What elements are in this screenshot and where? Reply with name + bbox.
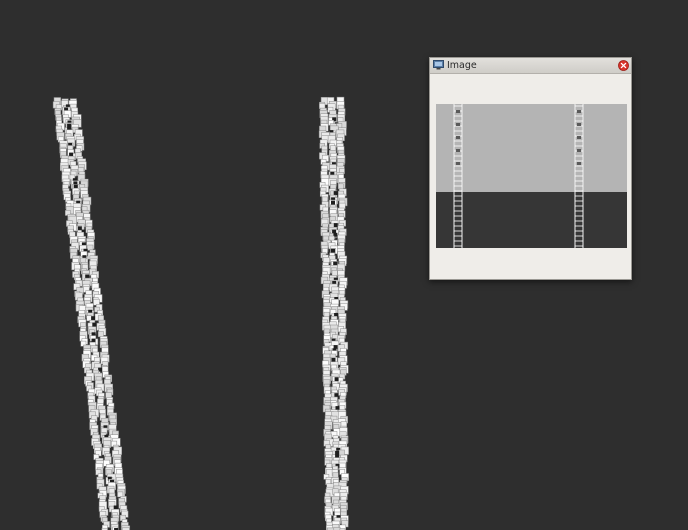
chain-gap — [331, 357, 336, 362]
window-titlebar[interactable]: Image — [430, 58, 631, 74]
chain-gap — [92, 322, 97, 327]
chain-block — [337, 183, 344, 190]
chain-structure-left[interactable] — [52, 97, 131, 530]
chain-gap — [334, 377, 339, 382]
chain-gap — [91, 316, 96, 321]
preview-lower-region — [436, 192, 627, 248]
preview-upper-region — [436, 104, 627, 192]
window-title: Image — [447, 60, 477, 71]
chain-block — [332, 472, 339, 479]
chain-gap — [333, 223, 338, 228]
image-preview-canvas — [436, 104, 627, 248]
chain-structure-right[interactable] — [318, 96, 349, 530]
chain-gap — [331, 200, 335, 205]
image-window[interactable]: Image — [429, 57, 632, 280]
chain-gap — [333, 191, 338, 196]
close-icon[interactable] — [618, 60, 629, 71]
chain-block — [97, 331, 104, 338]
chain-gap — [331, 248, 335, 253]
chain-gap — [334, 393, 339, 398]
chain-gap — [77, 226, 82, 231]
chain-block — [331, 270, 338, 276]
chain-gap — [113, 505, 118, 510]
chain-block — [338, 449, 345, 456]
monitor-icon — [433, 60, 444, 70]
camera-image-preview — [436, 104, 627, 248]
